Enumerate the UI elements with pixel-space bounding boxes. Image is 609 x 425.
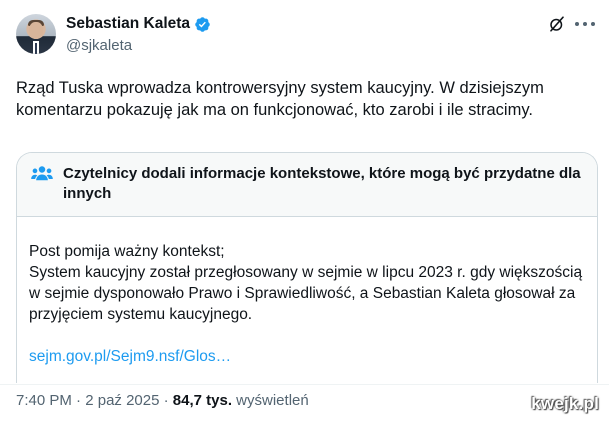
divider [0,384,609,385]
watermark: kwejk.pl [531,394,599,413]
verified-badge-icon[interactable] [194,16,211,33]
grok-icon[interactable] [548,15,566,33]
community-note-line-1: Post pomija ważny kontekst; [29,243,225,260]
author-name-row: Sebastian Kaleta [66,15,211,33]
meta-separator: · [159,392,173,409]
author-avatar[interactable] [16,14,56,54]
community-note-header: Czytelnicy dodali informacje kontekstowe… [17,153,597,217]
community-note-title: Czytelnicy dodali informacje kontekstowe… [63,165,581,202]
tweet-meta-row: 7:40 PM · 2 paź 2025 · 84,7 tys. wyświet… [16,392,309,409]
community-note-source-link[interactable]: sejm.gov.pl/Sejm9.nsf/Glos… [29,346,583,367]
meta-separator: · [71,392,86,409]
author-handle[interactable]: @sjkaleta [66,37,132,54]
tweet-date[interactable]: 2 paź 2025 [85,392,159,409]
avatar-tie [35,43,37,54]
more-dot [575,22,579,26]
community-note-card: Czytelnicy dodali informacje kontekstowe… [16,152,598,383]
author-display-name[interactable]: Sebastian Kaleta [66,15,190,33]
community-note-line-2: System kaucyjny został przegłosowany w s… [29,264,583,323]
tweet-text: Rząd Tuska wprowadza kontrowersyjny syst… [16,79,544,119]
tweet-time[interactable]: 7:40 PM [16,392,72,409]
views-count[interactable]: 84,7 tys. [173,392,232,409]
more-dot [583,22,587,26]
views-label: wyświetleń [232,392,309,409]
avatar-face [29,22,43,39]
more-dot [591,22,595,26]
more-horizontal-icon[interactable] [575,16,595,32]
people-icon [31,166,53,181]
community-note-body: Post pomija ważny kontekst; System kaucy… [17,217,597,367]
